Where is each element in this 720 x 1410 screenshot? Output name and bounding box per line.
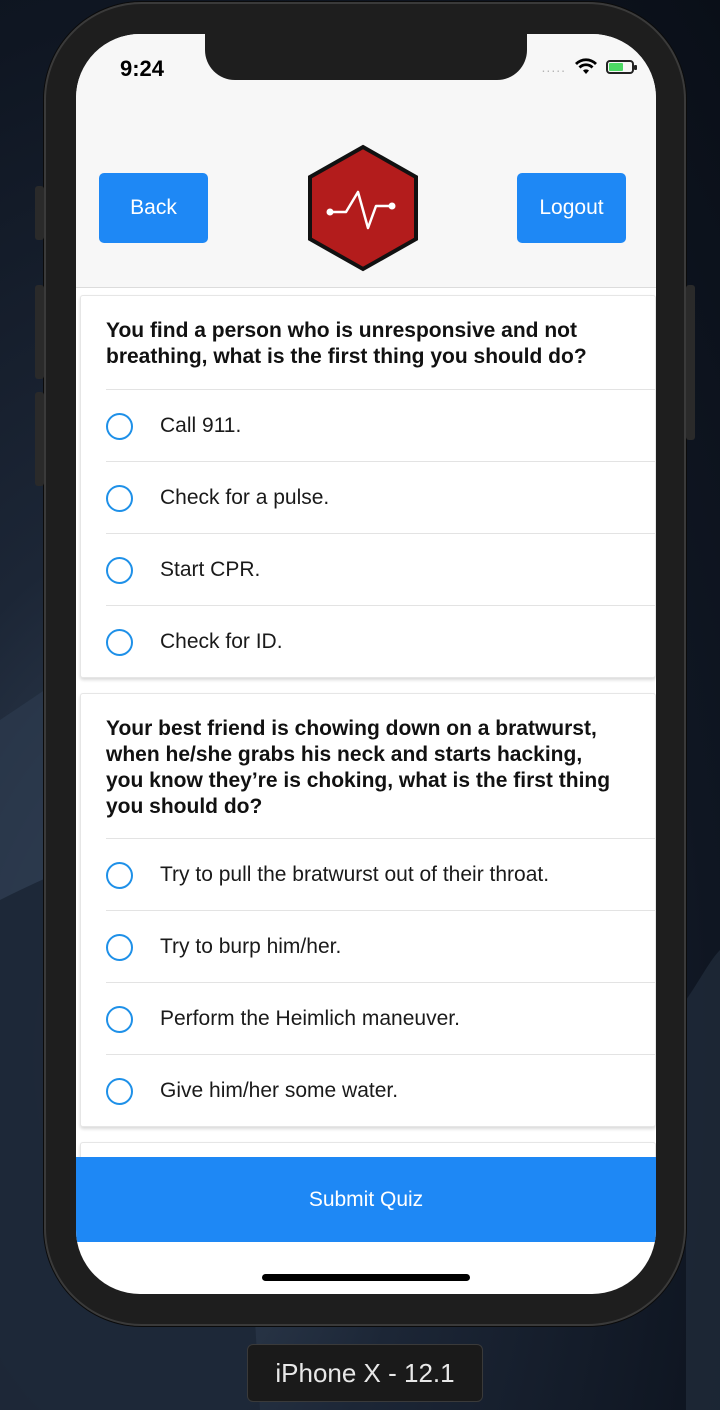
app-screen: 9:24 ..... Back Logout You find a person… [76,34,656,1294]
answer-option[interactable]: Give him/her some water. [106,1054,655,1127]
home-indicator[interactable] [262,1274,470,1281]
question-card: Your best friend is chowing down on a br… [80,693,656,1127]
radio-button[interactable] [106,628,133,656]
notch [205,34,527,80]
answer-option[interactable]: Check for a pulse. [106,461,655,534]
answer-label: Try to pull the bratwurst out of their t… [160,863,550,886]
wifi-icon [575,58,597,74]
question-text: Your best friend is chowing down on a br… [106,717,611,818]
status-icons: ..... [541,58,637,76]
volume-up-button [35,285,44,379]
answer-label: Call 911. [160,414,242,437]
answer-label: Start CPR. [160,558,261,581]
power-button [686,285,695,440]
back-button[interactable]: Back [99,173,208,243]
status-time: 9:24 [120,56,165,81]
answer-label: Perform the Heimlich maneuver. [160,1007,460,1030]
battery-charging-icon [606,60,637,74]
radio-button[interactable] [106,412,133,440]
heartbeat-hexagon-icon [308,144,418,272]
radio-button[interactable] [106,933,133,961]
volume-down-button [35,392,44,486]
answer-label: Try to burp him/her. [160,935,342,958]
question-card: You find a person who is unresponsive an… [80,295,656,678]
answer-option[interactable]: Call 911. [106,389,655,462]
logout-button[interactable]: Logout [517,173,626,243]
question-text: You find a person who is unresponsive an… [106,319,587,368]
mute-switch [35,186,44,240]
radio-button[interactable] [106,556,133,584]
answer-option[interactable]: Try to burp him/her. [106,910,655,983]
answer-option[interactable]: Perform the Heimlich maneuver. [106,982,655,1055]
answer-label: Give him/her some water. [160,1079,399,1102]
answer-label: Check for a pulse. [160,486,330,509]
answer-option[interactable]: Check for ID. [106,605,655,678]
simulator-device-label: iPhone X - 12.1 [247,1344,483,1402]
submit-quiz-button[interactable]: Submit Quiz [76,1157,656,1242]
radio-button[interactable] [106,861,133,889]
answer-option[interactable]: Try to pull the bratwurst out of their t… [106,838,655,911]
signal-icon: ..... [541,59,566,75]
answer-label: Check for ID. [160,630,283,653]
radio-button[interactable] [106,484,133,512]
radio-button[interactable] [106,1005,133,1033]
radio-button[interactable] [106,1077,133,1105]
answer-option[interactable]: Start CPR. [106,533,655,606]
app-header: 9:24 ..... Back Logout [76,34,656,288]
